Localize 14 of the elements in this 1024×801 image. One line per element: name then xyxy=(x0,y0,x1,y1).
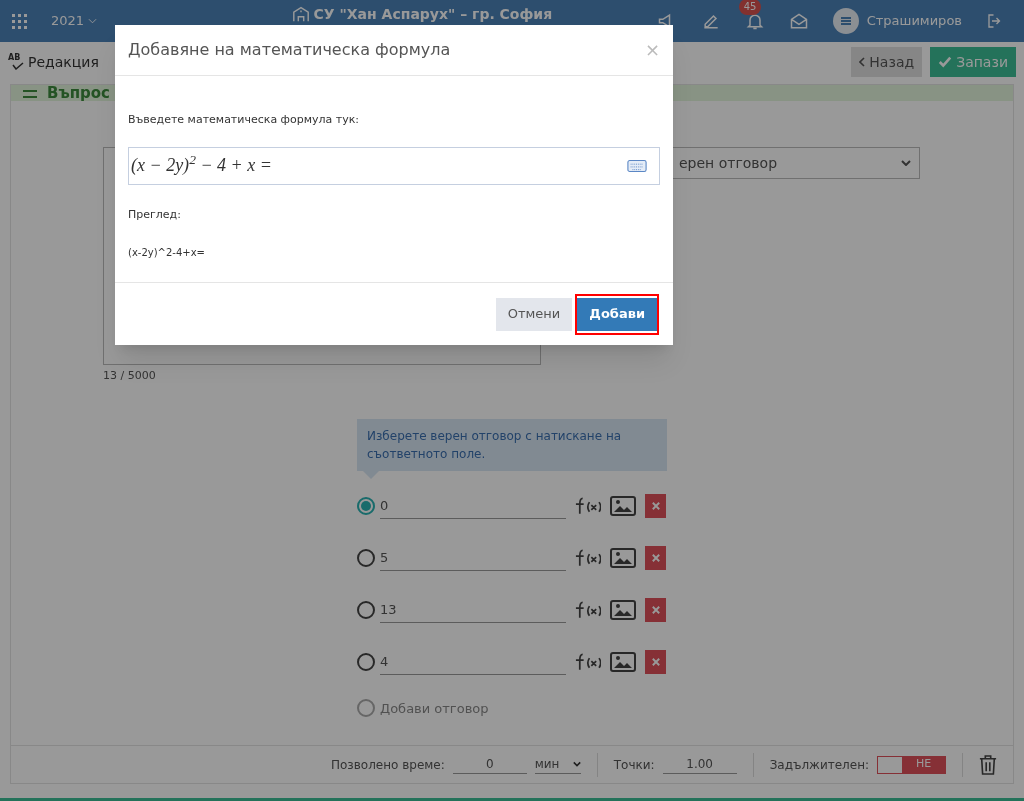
preview-text: (x-2y)^2-4+x= xyxy=(128,246,206,260)
points-label: Точки: xyxy=(613,756,655,774)
dialog-title: Добавяне на математическа формула xyxy=(128,39,452,61)
spellcheck-letters: AB xyxy=(8,54,21,62)
time-label: Позволено време: xyxy=(331,756,445,774)
hint-callout: Изберете верен отговор с натискане на съответното поле. xyxy=(357,418,667,471)
preview-label: Преглед: xyxy=(128,206,182,223)
character-counter: 13 / 5000 xyxy=(103,368,157,384)
page-title: Редакция xyxy=(28,52,99,72)
notification-badge: 45 xyxy=(738,0,762,15)
section-title: Въпрос xyxy=(47,85,110,101)
formula-prompt: Въведете математическа формула тук: xyxy=(128,112,361,128)
required-label: Задължителен: xyxy=(769,756,870,774)
school-title: СУ "Хан Аспарух" – гр. София xyxy=(313,5,553,23)
